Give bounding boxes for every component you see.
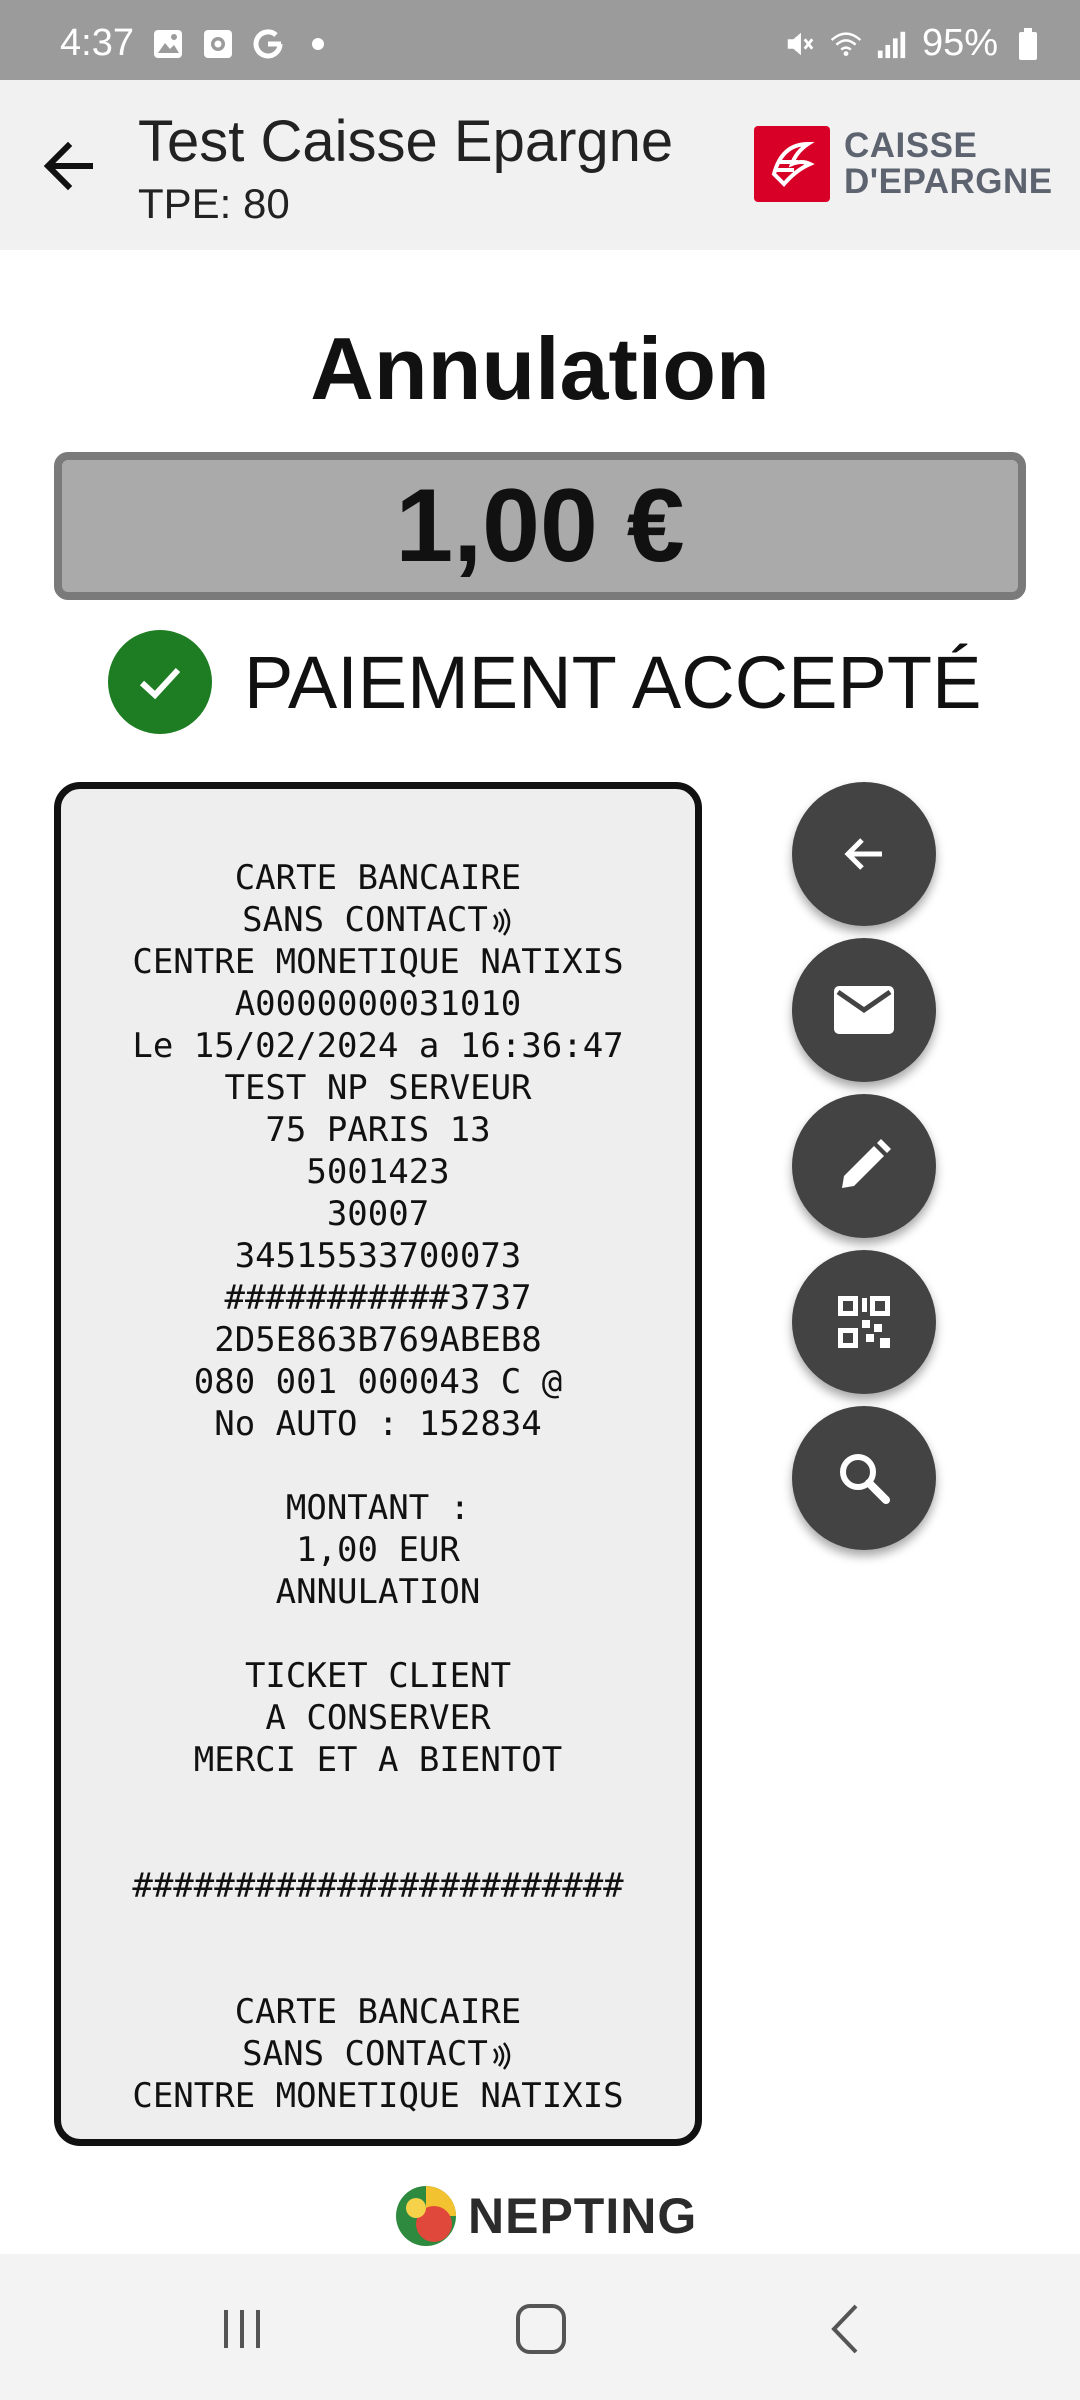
receipt-line: No AUTO : 152834 (214, 1404, 542, 1444)
payment-status: PAIEMENT ACCEPTÉ (108, 630, 981, 734)
receipt-line: 34515533700073 (234, 1236, 522, 1276)
contactless-icon (492, 907, 511, 936)
receipt-line: MONTANT : (285, 1488, 471, 1528)
mute-icon (784, 28, 816, 60)
receipt-line (61, 1949, 695, 1991)
nepting-brand: NEPTING (468, 2188, 698, 2244)
receipt-line: ANNULATION (275, 1572, 481, 1612)
check-icon (108, 630, 212, 734)
receipt-line (61, 1907, 695, 1949)
navigation-bar (0, 2254, 1080, 2400)
dot-icon (302, 28, 334, 60)
back-action-icon (844, 838, 882, 870)
receipt-line (61, 1445, 695, 1487)
receipt-line (61, 1613, 695, 1655)
receipt-line: MERCI ET A BIENTOT (193, 1740, 563, 1780)
receipt-line: ###########3737 (224, 1278, 532, 1318)
receipt-line: 30007 (326, 1194, 430, 1234)
signal-icon (876, 28, 908, 60)
battery-icon (1012, 27, 1044, 60)
edit-icon (842, 1139, 891, 1188)
receipt-line: TEST NP SERVEUR (224, 1068, 532, 1108)
qr-code-icon (838, 1296, 890, 1348)
receipt-line (61, 1823, 695, 1865)
battery-percentage: 95% (921, 22, 998, 64)
nepting-logo: NEPTING (394, 2184, 697, 2248)
receipt-line: CARTE BANCAIRE (234, 858, 522, 898)
receipt-line: A0000000031010 (234, 984, 522, 1024)
receipt-line: 5001423 (306, 1152, 450, 1192)
receipt-line: TICKET CLIENT (244, 1656, 512, 1696)
status-time: 4:37 (60, 22, 134, 64)
notification-icons (152, 28, 334, 60)
receipt-line: 2D5E863B769ABEB8 (214, 1320, 542, 1360)
qr-code-button[interactable] (792, 1250, 936, 1394)
note-icon (202, 28, 234, 60)
back-button[interactable] (812, 2294, 882, 2364)
receipt-lines: CARTE BANCAIRE SANS CONTACT CENTRE MONETIQ… (61, 857, 695, 2117)
amount-display: 1,00 € (54, 452, 1026, 600)
brand-line-2: D'EPARGNE (844, 162, 1053, 201)
system-icons: 95% (784, 22, 1044, 65)
edit-button[interactable] (792, 1094, 936, 1238)
status-bar: 4:37 95% (0, 0, 1080, 80)
wifi-icon (830, 28, 862, 60)
receipt-line: CENTRE MONETIQUE NATIXIS (132, 2076, 624, 2116)
nepting-logo-icon (396, 2186, 456, 2246)
receipt-line: 75 PARIS 13 (265, 1110, 491, 1150)
image-icon (152, 28, 184, 60)
receipt-line: CENTRE MONETIQUE NATIXIS (132, 942, 624, 982)
recents-icon (224, 2310, 260, 2348)
search-button[interactable] (792, 1406, 936, 1550)
receipt-line (61, 1781, 695, 1823)
contactless-icon (492, 2041, 511, 2070)
receipt-line: SANS CONTACT (61, 2033, 695, 2075)
payment-status-text: PAIEMENT ACCEPTÉ (244, 640, 982, 724)
home-button[interactable] (506, 2294, 576, 2364)
back-action-button[interactable] (792, 782, 936, 926)
back-icon (831, 2304, 858, 2354)
email-icon (834, 986, 894, 1034)
google-icon (252, 28, 284, 60)
receipt-line: Le 15/02/2024 a 16:36:47 (132, 1026, 624, 1066)
page-title: Test Caisse Epargne (138, 109, 674, 174)
app-bar: Test Caisse Epargne TPE: 80 CAISSE D'EPA… (0, 80, 1080, 250)
receipt-line: SANS CONTACT (61, 899, 695, 941)
email-button[interactable] (792, 938, 936, 1082)
squirrel-logo-icon (754, 126, 830, 202)
receipt-line: ######################## (132, 1866, 624, 1906)
home-icon (516, 2304, 566, 2354)
receipt-line: 1,00 EUR (296, 1530, 460, 1570)
brand-name: CAISSE D'EPARGNE (844, 128, 1053, 200)
caisse-epargne-logo: CAISSE D'EPARGNE (754, 126, 1053, 202)
terminal-id: TPE: 80 (138, 180, 290, 227)
amount-value: 1,00 € (395, 467, 685, 584)
receipt-line: 080 001 000043 C @ (193, 1362, 563, 1402)
transaction-type: Annulation (310, 319, 770, 418)
search-icon (840, 1454, 890, 1504)
back-arrow-icon[interactable] (40, 138, 100, 194)
receipt[interactable]: CARTE BANCAIRE SANS CONTACT CENTRE MONETIQ… (54, 782, 702, 2146)
receipt-line: CARTE BANCAIRE (234, 1992, 522, 2032)
receipt-line: A CONSERVER (265, 1698, 491, 1738)
recents-button[interactable] (208, 2294, 278, 2364)
brand-line-1: CAISSE (844, 126, 978, 165)
